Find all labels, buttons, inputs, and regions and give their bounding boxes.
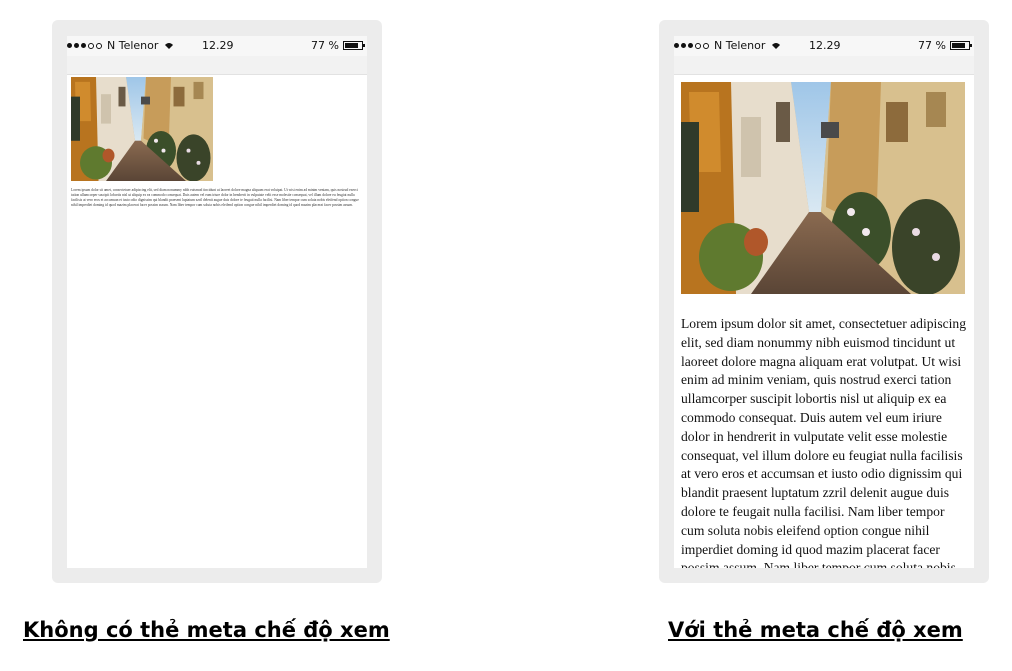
status-bar: N Telenor 12.29 77 %	[67, 36, 367, 56]
clock: 12.29	[809, 39, 841, 52]
battery-indicator: 77 %	[311, 39, 365, 52]
status-bar: N Telenor 12.29 77 %	[674, 36, 974, 56]
browser-bar	[67, 56, 367, 75]
alley-photo	[71, 77, 213, 181]
body-text-zoomed-out: Lorem ipsum dolor sit amet, consectetuer…	[71, 188, 359, 207]
battery-indicator: 77 %	[918, 39, 972, 52]
phone-with-viewport-meta: N Telenor 12.29 77 % Lorem ipsum dolor s…	[659, 20, 989, 583]
battery-percent: 77 %	[918, 39, 946, 52]
signal-indicator: N Telenor	[674, 39, 781, 52]
phone-screen: N Telenor 12.29 77 % Lorem ipsum dolor s…	[67, 36, 367, 568]
signal-indicator: N Telenor	[67, 39, 174, 52]
battery-percent: 77 %	[311, 39, 339, 52]
caption-with-viewport-meta: Với thẻ meta chế độ xem	[668, 618, 963, 642]
carrier-name: N Telenor	[107, 39, 159, 52]
battery-icon	[343, 41, 365, 50]
wifi-icon	[771, 42, 781, 49]
battery-icon	[950, 41, 972, 50]
phone-screen: N Telenor 12.29 77 % Lorem ipsum dolor s…	[674, 36, 974, 568]
alley-photo	[681, 82, 965, 294]
body-text: Lorem ipsum dolor sit amet, consectetuer…	[681, 316, 967, 568]
clock: 12.29	[202, 39, 234, 52]
browser-bar	[674, 56, 974, 75]
phone-without-viewport-meta: N Telenor 12.29 77 % Lorem ipsum dolor s…	[52, 20, 382, 583]
caption-without-viewport-meta: Không có thẻ meta chế độ xem	[23, 618, 390, 642]
wifi-icon	[164, 42, 174, 49]
carrier-name: N Telenor	[714, 39, 766, 52]
